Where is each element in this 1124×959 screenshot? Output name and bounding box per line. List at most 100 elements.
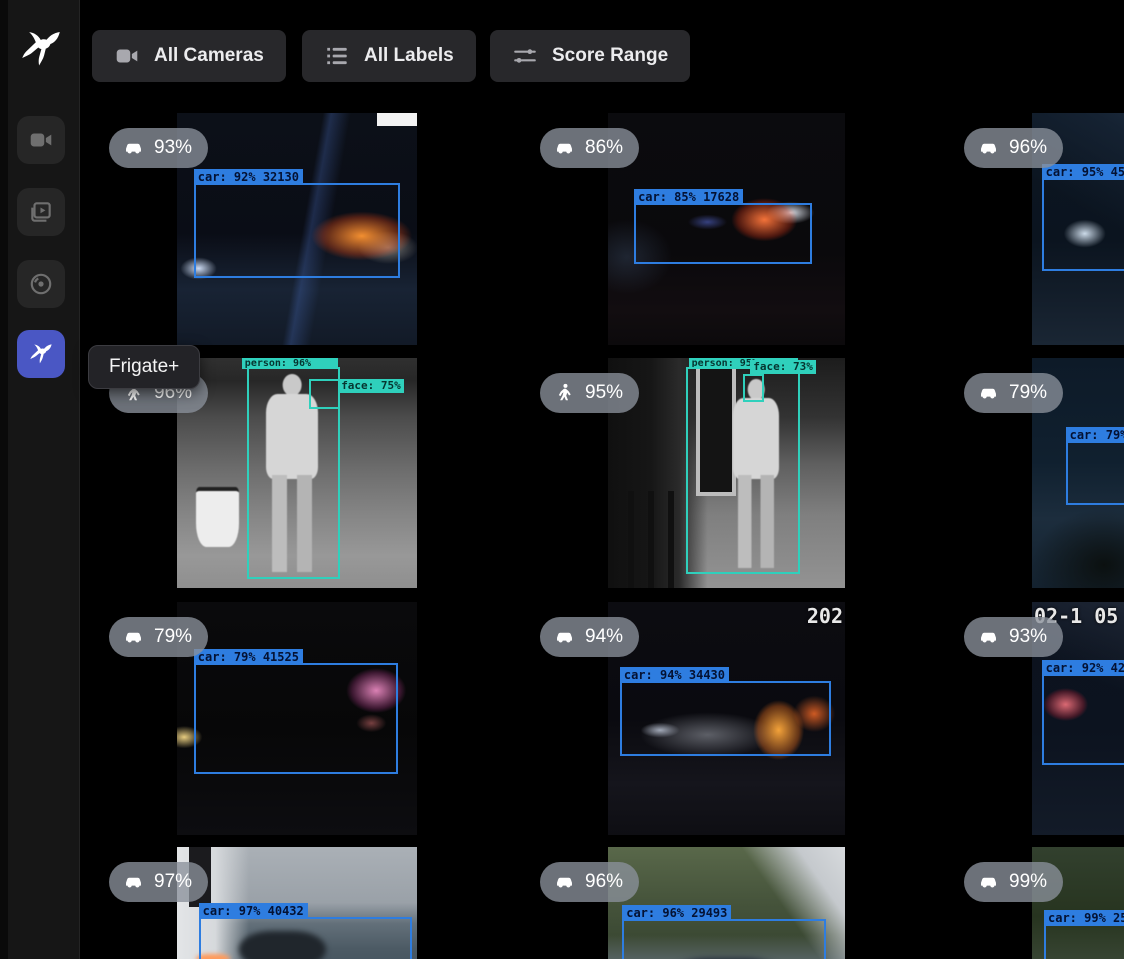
detection-thumbnail[interactable]: person: 96% face: 75% 96% [177, 358, 417, 588]
railing [608, 491, 679, 588]
car-bounding-box: car: 92% 4216 [1042, 674, 1124, 765]
score-badge: 95% [540, 373, 639, 413]
badge-score: 94% [585, 626, 623, 648]
car-bounding-box: car: 94% 34430 [620, 681, 831, 756]
car-icon [553, 871, 576, 894]
badge-score: 97% [154, 871, 192, 893]
car-icon [122, 626, 145, 649]
score-badge: 79% [964, 373, 1063, 413]
frigate-plus-tooltip: Frigate+ [88, 345, 200, 389]
detection-thumbnail[interactable]: car: 79% 79% [1032, 358, 1124, 588]
score-badge: 96% [964, 128, 1063, 168]
car-bbox-label: car: 79% 41525 [194, 649, 303, 665]
score-sliders-icon [512, 43, 538, 69]
thumbnail-image: car: 85% 17628 [608, 113, 845, 345]
detection-thumbnail[interactable]: car: 95% 45260 96% [1032, 113, 1124, 345]
score-badge: 96% [540, 862, 639, 902]
car-bbox-label: car: 94% 34430 [620, 667, 729, 683]
badge-score: 79% [1009, 382, 1047, 404]
car-bounding-box: car: 79% [1066, 441, 1124, 505]
car-bounding-box: car: 92% 32130 [194, 183, 400, 278]
camera-timestamp-fragment: 202 [807, 604, 843, 628]
sidebar [0, 0, 80, 959]
detection-thumbnail[interactable]: car: 97% 40432 97% [177, 847, 417, 959]
car-bbox-label: car: 92% 4216 [1042, 660, 1124, 676]
car-bbox-label: car: 96% 29493 [622, 905, 731, 921]
all-labels-label: All Labels [364, 45, 454, 67]
score-badge: 93% [109, 128, 208, 168]
thumbnail-image: 202 car: 94% 34430 [608, 602, 845, 835]
car-bounding-box: car: 97% 40432 [199, 917, 413, 959]
score-badge: 99% [964, 862, 1063, 902]
timestamp-chip [377, 113, 417, 126]
labels-list-icon [324, 43, 350, 69]
car-bounding-box: car: 99% 25 [1044, 924, 1124, 959]
review-playback-icon [28, 199, 54, 225]
car-bbox-label: car: 92% 32130 [194, 169, 303, 185]
score-range-filter-button[interactable]: Score Range [490, 30, 690, 82]
detection-thumbnail[interactable]: car: 99% 25 99% [1032, 847, 1124, 959]
car-bbox-label: car: 85% 17628 [634, 189, 743, 205]
detection-thumbnail[interactable]: person: 95% face: 73% 95% [608, 358, 845, 588]
detection-thumbnail[interactable]: car: 96% 29493 96% [608, 847, 845, 959]
car-icon [553, 626, 576, 649]
score-badge: 86% [540, 128, 639, 168]
camera-icon [114, 43, 140, 69]
all-labels-filter-button[interactable]: All Labels [302, 30, 476, 82]
score-badge: 79% [109, 617, 208, 657]
all-cameras-label: All Cameras [154, 45, 264, 67]
car-bbox-label: car: 95% 45260 [1042, 164, 1124, 180]
car-icon [977, 137, 1000, 160]
export-disc-icon [28, 271, 54, 297]
car-icon [122, 871, 145, 894]
thumbnail-image: car: 92% 32130 [177, 113, 417, 345]
face-bounding-box: face: 73% [743, 374, 764, 402]
car-bounding-box: car: 85% 17628 [634, 203, 812, 263]
car-bounding-box: car: 95% 45260 [1042, 178, 1124, 271]
badge-score: 99% [1009, 871, 1047, 893]
all-cameras-filter-button[interactable]: All Cameras [92, 30, 286, 82]
score-badge: 94% [540, 617, 639, 657]
thumbnail-image: car: 96% 29493 [608, 847, 845, 959]
car-bounding-box: car: 79% 41525 [194, 663, 398, 775]
car-bbox-label: car: 99% 25 [1044, 910, 1124, 926]
frigate-plus-page: Frigate+ All Cameras All Labels Score Ra… [0, 0, 1124, 959]
sidebar-item-export[interactable] [17, 260, 65, 308]
car-icon [977, 871, 1000, 894]
detection-thumbnail[interactable]: car: 92% 32130 93% [177, 113, 417, 345]
detection-thumbnail[interactable]: 02-1 05 0 car: 92% 4216 93% [1032, 602, 1124, 835]
thumbnail-image: person: 95% face: 73% [608, 358, 845, 588]
face-bbox-label: face: 73% [750, 360, 816, 374]
badge-score: 96% [585, 871, 623, 893]
car-icon [553, 137, 576, 160]
car-icon [977, 382, 1000, 405]
sidebar-item-frigate-plus[interactable] [17, 330, 65, 378]
score-badge: 93% [964, 617, 1063, 657]
detection-thumbnail[interactable]: car: 85% 17628 86% [608, 113, 845, 345]
badge-score: 93% [154, 137, 192, 159]
badge-score: 95% [585, 382, 623, 404]
bucket [196, 487, 239, 547]
car-icon [122, 137, 145, 160]
person-icon [553, 382, 576, 405]
face-bbox-label: face: 75% [338, 379, 404, 393]
detection-thumbnail[interactable]: 202 car: 94% 34430 94% [608, 602, 845, 835]
face-bounding-box: face: 75% [309, 379, 340, 409]
thumbnail-image: person: 96% face: 75% [177, 358, 417, 588]
thumbnail-image: car: 79% 41525 [177, 602, 417, 835]
detection-thumbnail[interactable]: car: 79% 41525 79% [177, 602, 417, 835]
camera-icon [28, 127, 54, 153]
sidebar-item-review[interactable] [17, 188, 65, 236]
frigate-plus-bird-icon [28, 341, 54, 367]
badge-score: 96% [1009, 137, 1047, 159]
car-icon [977, 626, 1000, 649]
badge-score: 93% [1009, 626, 1047, 648]
car-bbox-label: car: 79% [1066, 427, 1124, 443]
badge-score: 79% [154, 626, 192, 648]
badge-score: 86% [585, 137, 623, 159]
frigate-bird-logo [18, 26, 64, 72]
car-bbox-label: car: 97% 40432 [199, 903, 308, 919]
sidebar-item-live[interactable] [17, 116, 65, 164]
thumbnail-image: car: 97% 40432 [177, 847, 417, 959]
car-bounding-box: car: 96% 29493 [622, 919, 826, 959]
